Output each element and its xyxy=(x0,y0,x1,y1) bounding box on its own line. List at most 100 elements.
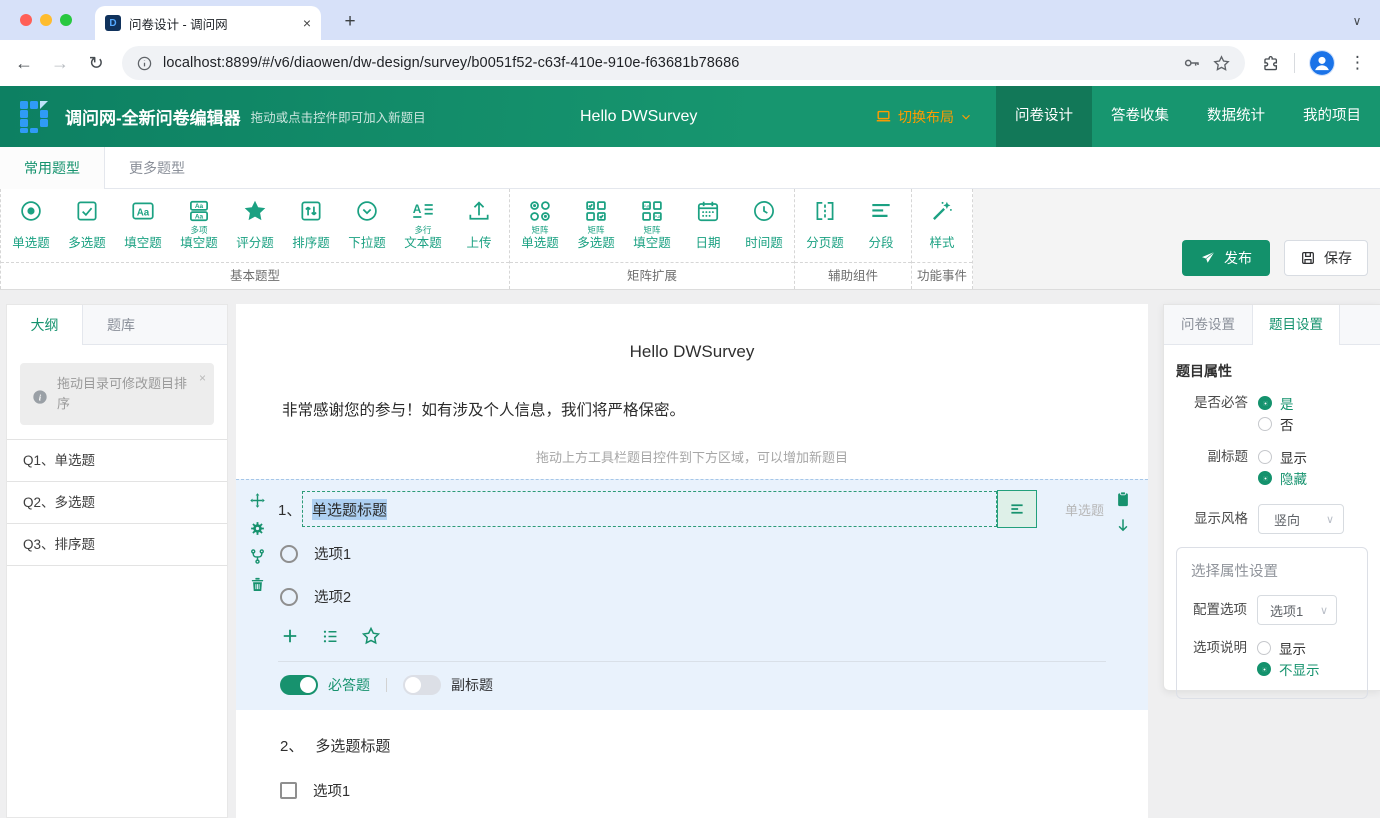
tool-矩阵多选题[interactable]: 矩阵 多选题 xyxy=(568,196,624,262)
q1-option[interactable]: 选项2 xyxy=(280,575,1148,618)
tab-common-types[interactable]: 常用题型 xyxy=(0,147,105,189)
save-button[interactable]: 保存 xyxy=(1284,240,1368,276)
radio-icon[interactable] xyxy=(1258,471,1272,485)
add-option-icon[interactable] xyxy=(280,626,300,646)
address-bar[interactable]: localhost:8899/#/v6/diaowen/dw-design/su… xyxy=(122,46,1245,80)
logic-branch-icon[interactable] xyxy=(249,548,266,565)
trash-icon[interactable] xyxy=(249,576,266,593)
tab-more-types[interactable]: 更多题型 xyxy=(105,147,209,188)
option-label[interactable]: 选项1 xyxy=(313,780,350,801)
tool-多行文本题[interactable]: A 多行 文本题 xyxy=(395,196,451,262)
profile-avatar[interactable] xyxy=(1309,50,1335,76)
clipboard-copy-icon[interactable] xyxy=(1114,490,1132,508)
tab-close-icon[interactable]: × xyxy=(303,16,311,30)
q1-option[interactable]: 选项1 xyxy=(280,532,1148,575)
tab-outline[interactable]: 大纲 xyxy=(7,305,83,345)
tool-上传[interactable]: 上传 xyxy=(451,196,507,262)
radio-是[interactable]: 是 xyxy=(1258,393,1294,413)
tool-日期[interactable]: 日期 xyxy=(680,196,736,262)
tool-矩阵填空题[interactable]: Aa Aa 矩阵 填空题 xyxy=(624,196,680,262)
tool-分段[interactable]: 分段 xyxy=(853,196,909,262)
tool-时间题[interactable]: 时间题 xyxy=(736,196,792,262)
radio-显示[interactable]: 显示 xyxy=(1258,447,1307,467)
forward-icon[interactable]: → xyxy=(50,53,70,74)
batch-edit-list-icon[interactable] xyxy=(321,627,340,646)
align-left-button[interactable] xyxy=(997,490,1037,528)
subtitle-toggle[interactable] xyxy=(403,675,441,695)
password-key-icon[interactable] xyxy=(1182,53,1202,73)
new-tab-button[interactable]: + xyxy=(338,11,362,33)
option-label[interactable]: 选项2 xyxy=(314,586,351,607)
tool-评分题[interactable]: 评分题 xyxy=(227,196,283,262)
minimize-window-button[interactable] xyxy=(40,14,52,26)
option-label[interactable]: 选项1 xyxy=(314,543,351,564)
favorite-star-icon[interactable] xyxy=(361,626,381,646)
tool-矩阵单选题[interactable]: 矩阵 单选题 xyxy=(512,196,568,262)
tool-下拉题[interactable]: 下拉题 xyxy=(339,196,395,262)
tip-close-icon[interactable]: × xyxy=(199,371,206,385)
display-style-select[interactable]: 竖向 ∨ xyxy=(1258,504,1344,534)
close-window-button[interactable] xyxy=(20,14,32,26)
tool-排序题[interactable]: 排序题 xyxy=(283,196,339,262)
tab-question-settings[interactable]: 题目设置 xyxy=(1252,305,1340,345)
tab-question-bank[interactable]: 题库 xyxy=(83,305,159,344)
layout-switch-button[interactable]: 切换布局 xyxy=(875,107,972,127)
maximize-window-button[interactable] xyxy=(60,14,72,26)
radio-icon[interactable] xyxy=(1258,417,1272,431)
tool-item-label: 单选题 xyxy=(12,236,50,250)
bookmark-star-icon[interactable] xyxy=(1212,54,1231,73)
radio-icon[interactable] xyxy=(280,544,298,563)
q2-option[interactable]: 选项2 xyxy=(280,812,1148,818)
radio-隐藏[interactable]: 隐藏 xyxy=(1258,468,1307,488)
divider xyxy=(1294,53,1295,73)
option-desc-label: 选项说明 xyxy=(1193,640,1247,655)
radio-不显示[interactable]: 不显示 xyxy=(1257,659,1320,679)
publish-button[interactable]: 发布 xyxy=(1182,240,1270,276)
survey-title[interactable]: Hello DWSurvey xyxy=(236,342,1148,362)
survey-description[interactable]: 非常感谢您的参与！如有涉及个人信息，我们将严格保密。 xyxy=(282,398,1102,420)
question-1-block[interactable]: 1、 单选题标题 单选题 选项1 选项2 必答题 副标题 xyxy=(236,479,1148,710)
radio-icon[interactable] xyxy=(1258,396,1272,410)
outline-item[interactable]: Q2、多选题 xyxy=(7,482,227,525)
tool-单选题[interactable]: 单选题 xyxy=(3,196,59,262)
move-icon[interactable] xyxy=(249,492,266,509)
checkbox-icon[interactable] xyxy=(280,781,297,799)
back-icon[interactable]: ← xyxy=(14,53,34,74)
move-down-icon[interactable] xyxy=(1114,516,1132,534)
radio-icon[interactable] xyxy=(1257,662,1271,676)
browser-menu-icon[interactable]: ⋮ xyxy=(1349,53,1366,73)
radio-否[interactable]: 否 xyxy=(1258,414,1294,434)
radio-label: 显示 xyxy=(1279,642,1306,657)
radio-显示[interactable]: 显示 xyxy=(1257,638,1320,658)
site-info-icon[interactable] xyxy=(136,55,153,72)
nav-答卷收集[interactable]: 答卷收集 xyxy=(1092,86,1188,147)
option-tools xyxy=(280,624,1148,648)
radio-icon[interactable] xyxy=(280,587,298,606)
config-option-select[interactable]: 选项1 ∨ xyxy=(1257,595,1337,625)
nav-问卷设计[interactable]: 问卷设计 xyxy=(996,86,1092,147)
reload-icon[interactable]: ↻ xyxy=(86,53,106,74)
tool-多选题[interactable]: 多选题 xyxy=(59,196,115,262)
required-toggle[interactable] xyxy=(280,675,318,695)
radio-icon[interactable] xyxy=(1258,450,1272,464)
question-title-input[interactable]: 单选题标题 xyxy=(302,491,997,527)
browser-tab[interactable]: D 问卷设计 - 调问网 × xyxy=(95,6,321,40)
radio-icon[interactable] xyxy=(1257,641,1271,655)
outline-question-list: Q1、单选题 Q2、多选题 Q3、排序题 xyxy=(7,439,227,567)
tool-分页题[interactable]: 分页题 xyxy=(797,196,853,262)
gear-icon[interactable] xyxy=(249,520,266,537)
tool-填空题[interactable]: Aa 填空题 xyxy=(115,196,171,262)
tab-search-chevron-icon[interactable]: ∨ xyxy=(1346,10,1368,32)
extensions-icon[interactable] xyxy=(1261,54,1280,73)
question-2-block[interactable]: 2、 多选题标题 选项1 选项2 xyxy=(236,710,1148,818)
q2-option[interactable]: 选项1 xyxy=(280,768,1148,812)
outline-item[interactable]: Q3、排序题 xyxy=(7,524,227,567)
nav-数据统计[interactable]: 数据统计 xyxy=(1188,86,1284,147)
outline-item[interactable]: Q1、单选题 xyxy=(7,440,227,483)
tool-样式[interactable]: 样式 xyxy=(914,196,970,262)
nav-我的项目[interactable]: 我的项目 xyxy=(1284,86,1380,147)
tab-survey-settings[interactable]: 问卷设置 xyxy=(1164,305,1252,344)
url-text[interactable]: localhost:8899/#/v6/diaowen/dw-design/su… xyxy=(163,55,1172,71)
tool-多项填空题[interactable]: Aa Aa 多项 填空题 xyxy=(171,196,227,262)
toolbar-actions: 发布 保存 xyxy=(973,189,1380,289)
